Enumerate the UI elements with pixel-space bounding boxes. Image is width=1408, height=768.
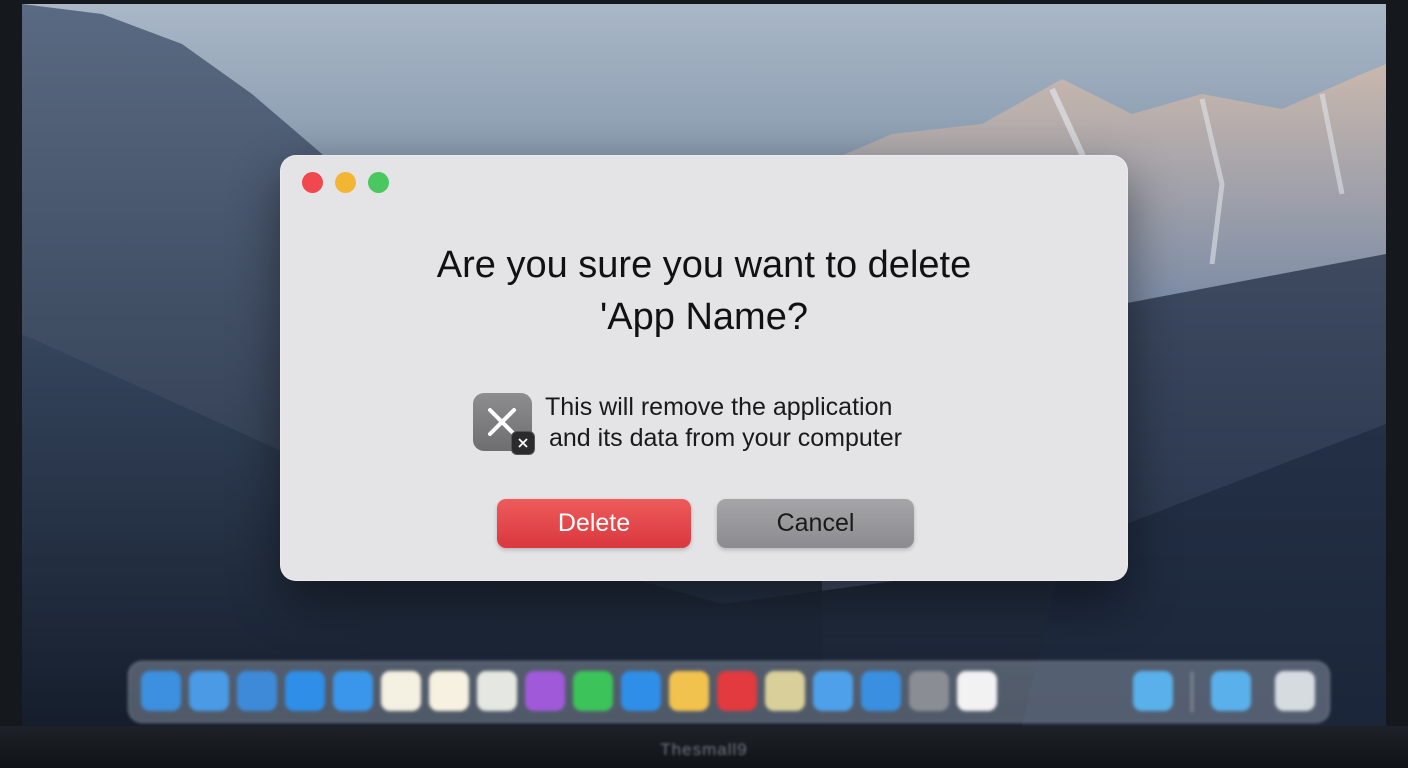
maps-icon[interactable]	[477, 671, 517, 711]
app-delete-icon	[473, 393, 535, 455]
dock-separator	[1191, 672, 1193, 712]
podcasts-icon[interactable]	[525, 671, 565, 711]
remove-badge-icon	[511, 431, 535, 455]
dialog-message: This will remove the application and its…	[473, 392, 993, 456]
photos-icon[interactable]	[669, 671, 709, 711]
finder-icon-2[interactable]	[189, 671, 229, 711]
dialog-message-text: This will remove the application and its…	[545, 392, 902, 454]
facetime-icon[interactable]	[573, 671, 613, 711]
preview-icon[interactable]	[765, 671, 805, 711]
app-store-icon-2[interactable]	[333, 671, 373, 711]
dialog-message-line-1: This will remove the application	[545, 393, 893, 421]
news-icon[interactable]	[717, 671, 757, 711]
notes-icon-2[interactable]	[429, 671, 469, 711]
xcode-icon[interactable]	[861, 671, 901, 711]
window-controls	[302, 172, 389, 193]
folder-icon[interactable]	[1133, 671, 1173, 711]
dialog-title-line-2: 'App Name?	[600, 296, 808, 338]
app-store-icon[interactable]	[285, 671, 325, 711]
downloads-folder-icon[interactable]	[1211, 671, 1251, 711]
document-icon[interactable]	[957, 671, 997, 711]
minimize-button[interactable]	[335, 172, 356, 193]
laptop-brand-label: Thesmall9	[660, 740, 748, 759]
delete-button[interactable]: Delete	[497, 499, 691, 548]
zoom-button[interactable]	[368, 172, 389, 193]
safari-icon[interactable]	[237, 671, 277, 711]
close-button[interactable]	[302, 172, 323, 193]
notes-icon[interactable]	[381, 671, 421, 711]
dialog-title: Are you sure you want to delete 'App Nam…	[280, 239, 1128, 343]
system-settings-icon[interactable]	[909, 671, 949, 711]
cancel-button[interactable]: Cancel	[717, 499, 914, 548]
dock[interactable]	[128, 661, 1330, 723]
app-store-icon-4[interactable]	[813, 671, 853, 711]
dialog-title-line-1: Are you sure you want to delete	[436, 244, 972, 286]
trash-icon[interactable]	[1275, 671, 1315, 711]
dialog-message-line-2: and its data from your computer	[549, 424, 902, 452]
app-store-icon-3[interactable]	[621, 671, 661, 711]
delete-confirmation-dialog: Are you sure you want to delete 'App Nam…	[280, 155, 1128, 581]
finder-icon[interactable]	[141, 671, 181, 711]
